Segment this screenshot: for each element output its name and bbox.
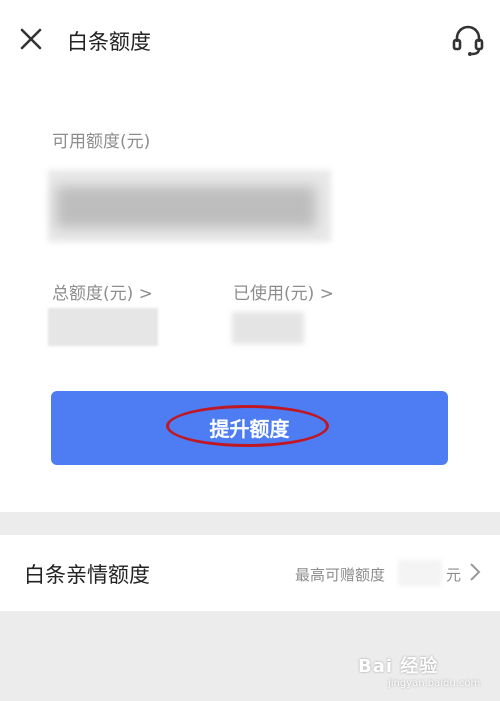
close-icon[interactable] <box>16 24 46 54</box>
highlight-ellipse <box>166 405 329 447</box>
used-credit-value-blurred <box>232 312 304 344</box>
used-credit-link[interactable]: 已使用(元) > <box>233 279 334 304</box>
available-credit-label: 可用额度(元) <box>52 132 151 152</box>
raise-credit-button[interactable]: 提升额度 <box>51 391 448 465</box>
family-credit-subtitle: 最高可赠额度 <box>295 566 386 584</box>
family-credit-unit: 元 <box>446 566 462 584</box>
header-bar: 白条额度 <box>0 0 500 82</box>
page-title: 白条额度 <box>67 30 151 54</box>
family-credit-row[interactable]: 白条亲情额度 最高可赠额度 元 <box>0 535 500 611</box>
watermark-url: jingyan.baidu.com <box>388 678 481 689</box>
watermark-text: Bai 经验 <box>358 656 439 677</box>
family-credit-title: 白条亲情额度 <box>24 563 150 587</box>
available-credit-value-blurred <box>48 170 331 242</box>
family-credit-value-blurred <box>398 560 442 586</box>
total-credit-value-blurred <box>48 308 158 346</box>
chevron-right-icon <box>470 563 481 581</box>
credit-card: 可用额度(元) 总额度(元) > 已使用(元) > 提升额度 <box>0 82 500 512</box>
headset-icon[interactable] <box>450 22 486 58</box>
total-credit-link[interactable]: 总额度(元) > <box>52 279 153 304</box>
watermark: Bai 经验 jingyan.baidu.com <box>358 640 498 696</box>
